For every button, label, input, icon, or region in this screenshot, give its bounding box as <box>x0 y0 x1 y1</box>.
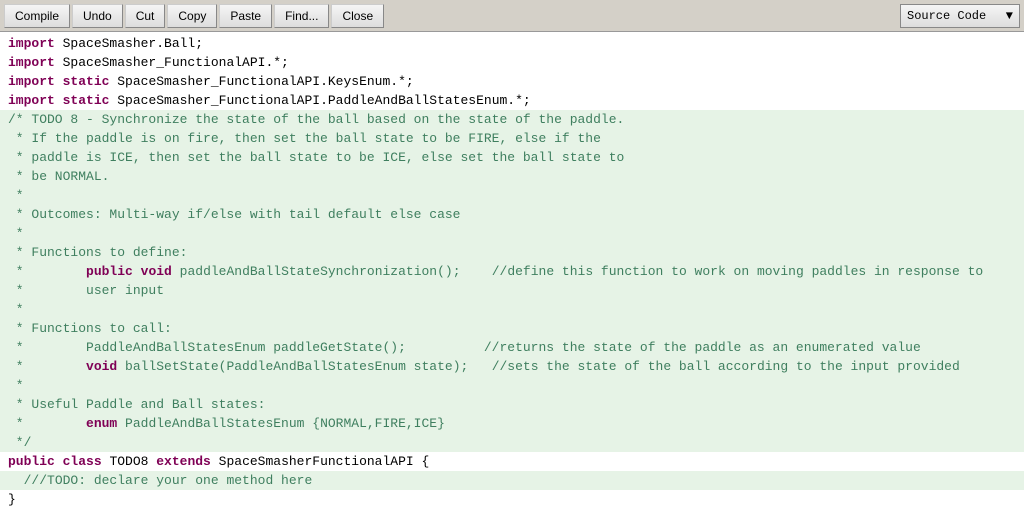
code-line: import static SpaceSmasher_FunctionalAPI… <box>0 72 1024 91</box>
code-line-comment: * If the paddle is on fire, then set the… <box>0 129 1024 148</box>
code-line-comment: * <box>0 186 1024 205</box>
code-line-comment: * user input <box>0 281 1024 300</box>
code-editor[interactable]: import SpaceSmasher.Ball;import SpaceSma… <box>0 32 1024 510</box>
code-line-comment: * Outcomes: Multi-way if/else with tail … <box>0 205 1024 224</box>
code-line: import static SpaceSmasher_FunctionalAPI… <box>0 91 1024 110</box>
cut-button[interactable]: Cut <box>125 4 166 28</box>
code-line-class: public class TODO8 extends SpaceSmasherF… <box>0 452 1024 471</box>
toolbar: Compile Undo Cut Copy Paste Find... Clos… <box>0 0 1024 32</box>
code-line-comment: * enum PaddleAndBallStatesEnum {NORMAL,F… <box>0 414 1024 433</box>
undo-button[interactable]: Undo <box>72 4 123 28</box>
code-line-comment: * <box>0 300 1024 319</box>
code-content: import SpaceSmasher.Ball;import SpaceSma… <box>0 34 1024 509</box>
code-line-comment: /* TODO 8 - Synchronize the state of the… <box>0 110 1024 129</box>
code-line-comment: * paddle is ICE, then set the ball state… <box>0 148 1024 167</box>
code-line: import SpaceSmasher.Ball; <box>0 34 1024 53</box>
copy-button[interactable]: Copy <box>167 4 217 28</box>
compile-button[interactable]: Compile <box>4 4 70 28</box>
code-line: import SpaceSmasher_FunctionalAPI.*; <box>0 53 1024 72</box>
code-line-comment: * <box>0 376 1024 395</box>
code-line-brace: } <box>0 490 1024 509</box>
code-line-todo: ///TODO: declare your one method here <box>0 471 1024 490</box>
find-button[interactable]: Find... <box>274 4 329 28</box>
close-button[interactable]: Close <box>331 4 384 28</box>
code-line-comment: * Functions to call: <box>0 319 1024 338</box>
dropdown-arrow-icon: ▼ <box>1006 9 1013 23</box>
code-line-comment: * be NORMAL. <box>0 167 1024 186</box>
code-line-comment: * void ballSetState(PaddleAndBallStatesE… <box>0 357 1024 376</box>
source-code-label: Source Code <box>907 9 986 23</box>
code-line-comment: * PaddleAndBallStatesEnum paddleGetState… <box>0 338 1024 357</box>
code-line-comment: */ <box>0 433 1024 452</box>
code-line-comment: * Functions to define: <box>0 243 1024 262</box>
source-code-dropdown[interactable]: Source Code ▼ <box>900 4 1020 28</box>
paste-button[interactable]: Paste <box>219 4 272 28</box>
code-line-comment: * <box>0 224 1024 243</box>
code-line-comment: * Useful Paddle and Ball states: <box>0 395 1024 414</box>
code-line-comment: * public void paddleAndBallStateSynchron… <box>0 262 1024 281</box>
